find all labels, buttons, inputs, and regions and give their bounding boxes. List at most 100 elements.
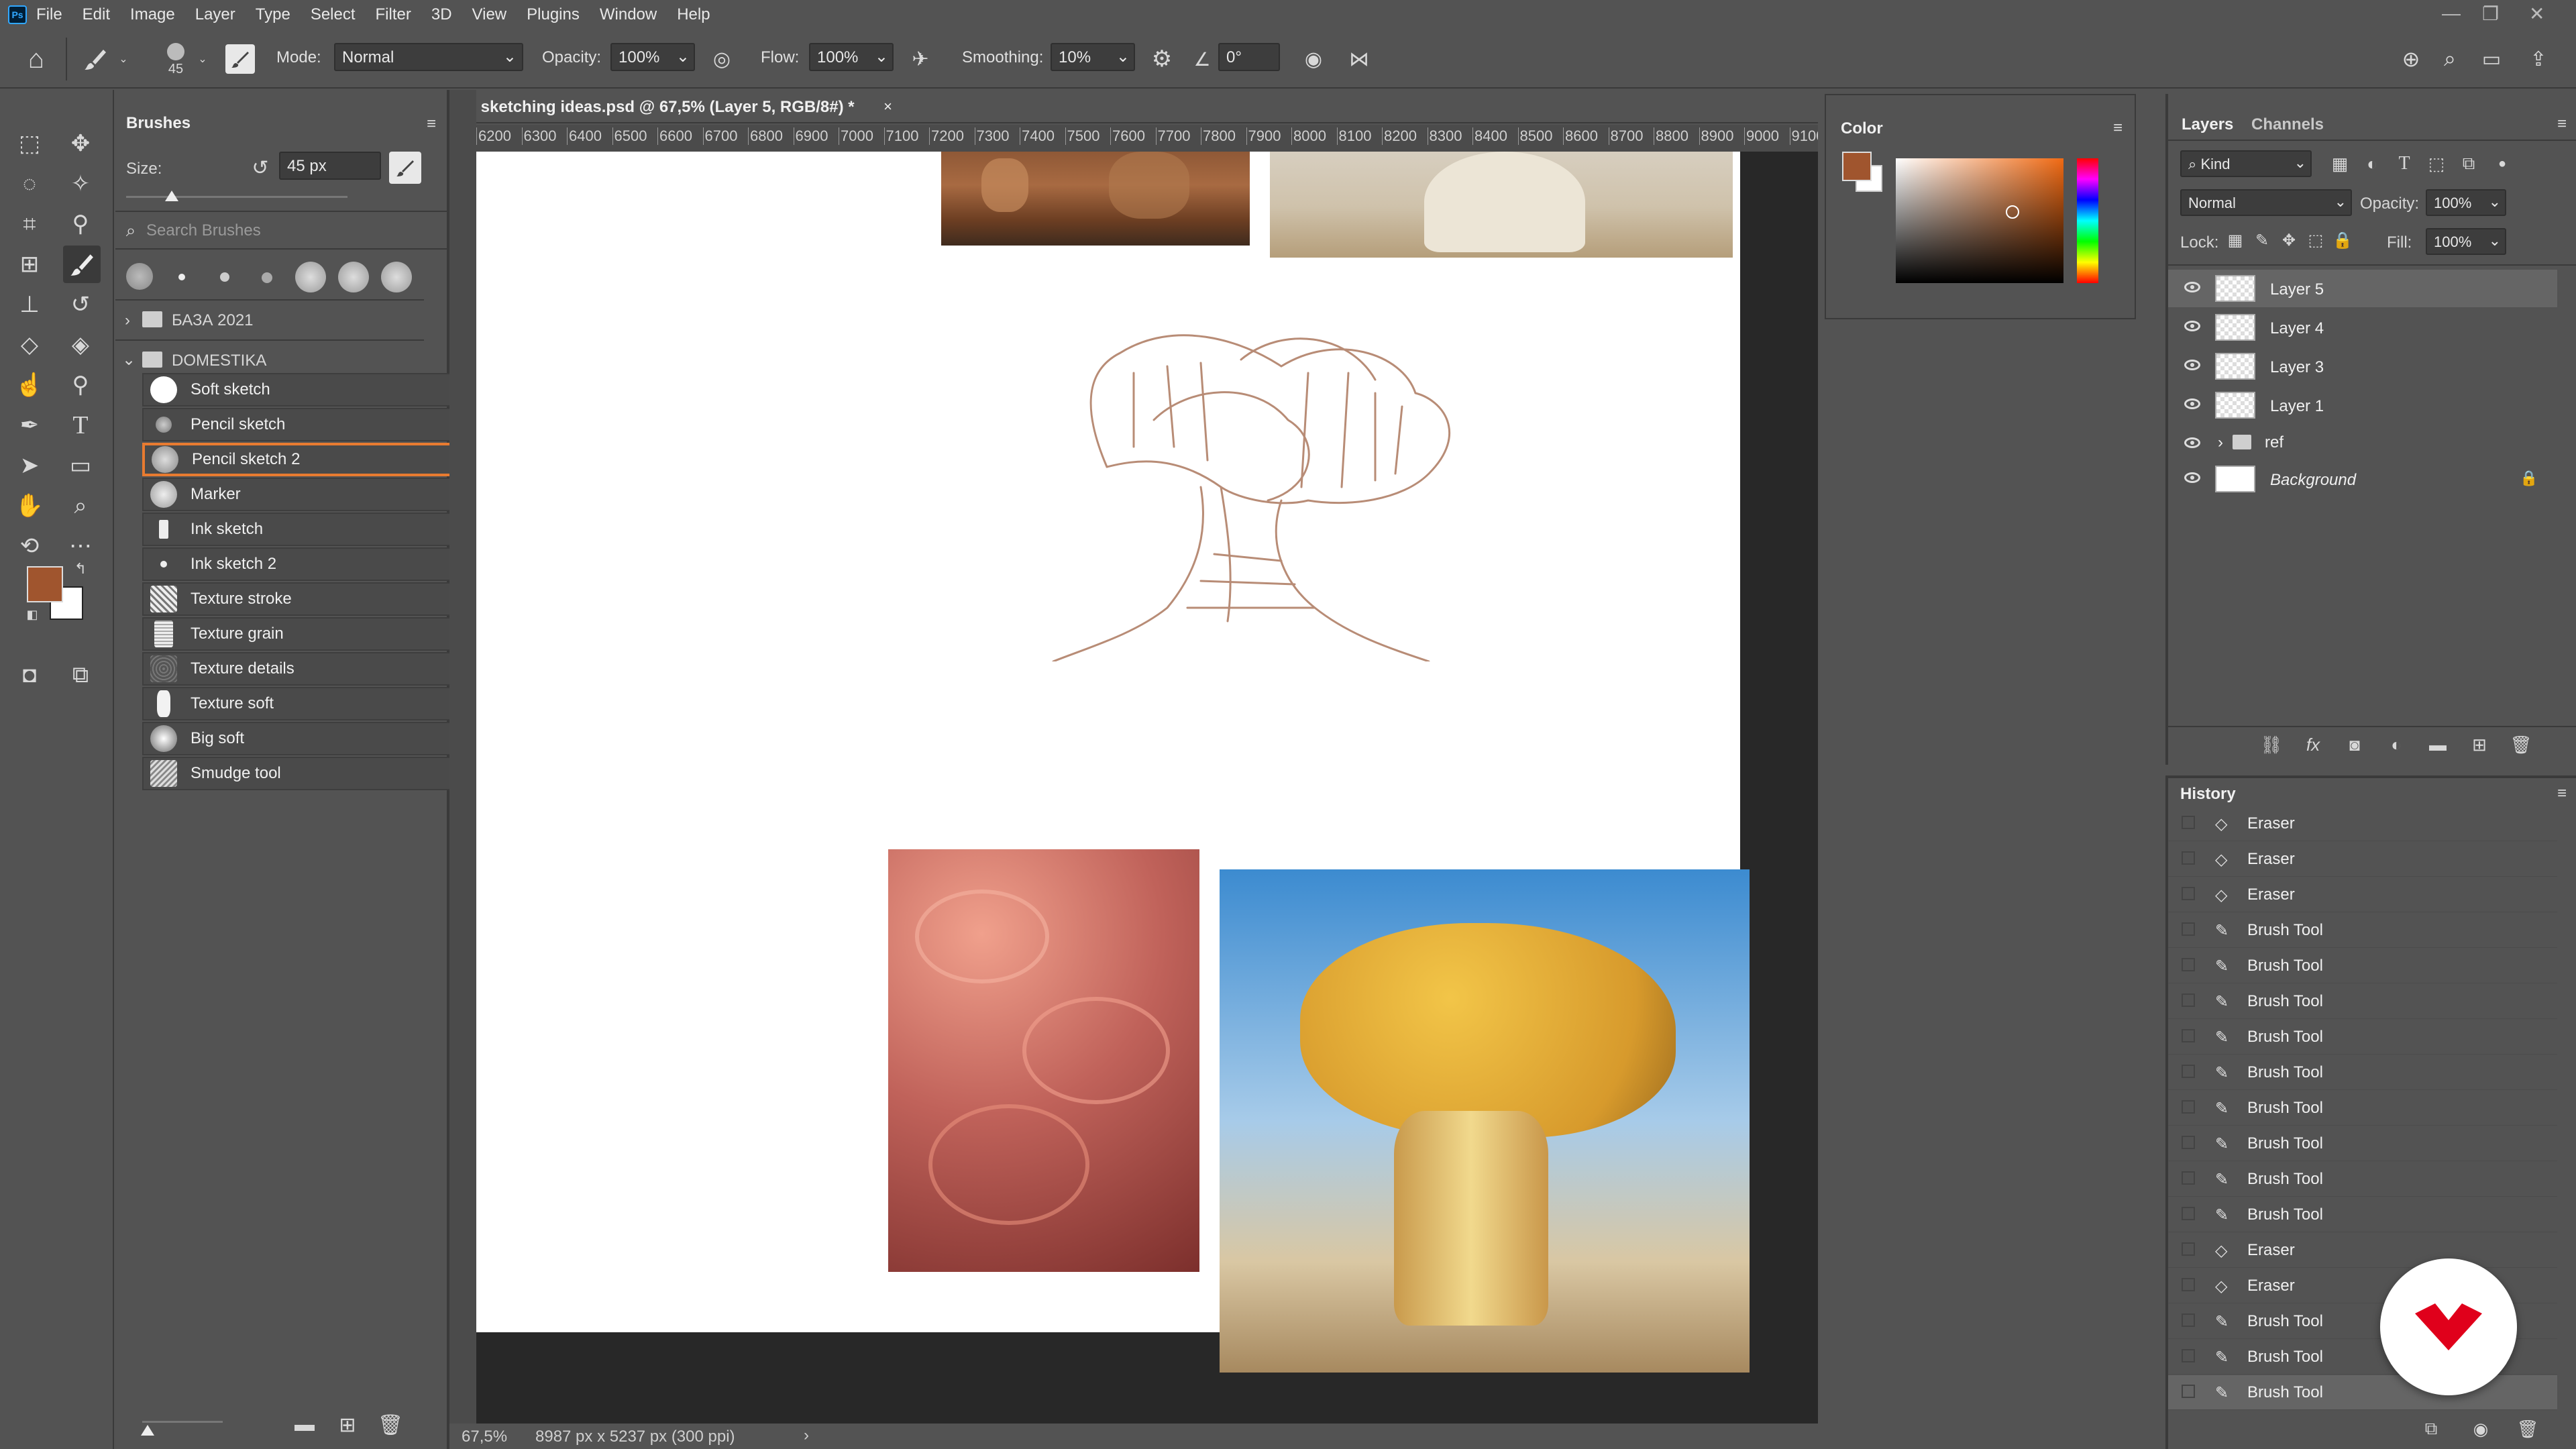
brush-item[interactable]: Texture grain bbox=[142, 617, 478, 651]
pressure-size-icon[interactable]: ◉ bbox=[1299, 44, 1328, 74]
reset-icon[interactable]: ↺ bbox=[247, 154, 274, 181]
history-snapshot-checkbox[interactable] bbox=[2182, 887, 2195, 900]
history-snapshot-checkbox[interactable] bbox=[2182, 1349, 2195, 1362]
size-input[interactable]: 45 px bbox=[279, 152, 381, 180]
adjustment-layer-icon[interactable]: ◐ bbox=[2383, 731, 2410, 758]
path-selection-tool-icon[interactable]: ➤ bbox=[13, 449, 46, 482]
visibility-eye-icon[interactable] bbox=[2184, 398, 2200, 409]
menu-image[interactable]: Image bbox=[130, 5, 175, 24]
filter-type-icon[interactable]: T bbox=[2392, 152, 2416, 176]
panel-menu-icon[interactable]: ≡ bbox=[2552, 114, 2572, 134]
menu-3d[interactable]: 3D bbox=[431, 5, 452, 24]
menu-plugins[interactable]: Plugins bbox=[527, 5, 580, 24]
hand-tool-icon[interactable]: ✋ bbox=[13, 490, 46, 522]
brush-item[interactable]: Smudge tool bbox=[142, 757, 478, 790]
artboard[interactable] bbox=[476, 152, 1750, 1373]
swap-colors-icon[interactable]: ↰ bbox=[72, 560, 89, 577]
tab-layers[interactable]: Layers bbox=[2182, 115, 2233, 134]
recent-brush-thumb[interactable] bbox=[381, 262, 412, 292]
marquee-tool-icon[interactable]: ⬚ bbox=[13, 127, 46, 160]
brush-item[interactable]: Ink sketch bbox=[142, 513, 478, 546]
layer-row[interactable]: Layer 1 bbox=[2168, 386, 2557, 424]
quick-mask-icon[interactable]: ◘ bbox=[13, 659, 46, 691]
new-layer-icon[interactable]: ⊞ bbox=[2466, 731, 2493, 758]
menu-file[interactable]: File bbox=[36, 5, 62, 24]
eraser-tool-icon[interactable]: ◇ bbox=[13, 329, 46, 361]
brush-group-baza[interactable]: › БАЗА 2021 bbox=[115, 302, 424, 339]
filter-image-icon[interactable]: ▦ bbox=[2328, 152, 2352, 176]
airbrush-icon[interactable]: ✈ bbox=[906, 44, 935, 74]
filter-adjustment-icon[interactable]: ◐ bbox=[2360, 152, 2384, 176]
visibility-eye-icon[interactable] bbox=[2184, 360, 2200, 370]
history-state[interactable]: ◇ Eraser bbox=[2168, 1233, 2557, 1268]
layer-opacity-input[interactable]: 100% ⌄ bbox=[2426, 189, 2506, 216]
menu-layer[interactable]: Layer bbox=[195, 5, 235, 24]
rectangle-tool-icon[interactable]: ▭ bbox=[64, 449, 97, 482]
lock-position-icon[interactable]: ✥ bbox=[2278, 229, 2300, 251]
canvas-area[interactable] bbox=[476, 152, 1818, 1426]
history-snapshot-checkbox[interactable] bbox=[2182, 1385, 2195, 1398]
chevron-down-icon[interactable]: ⌄ bbox=[196, 52, 209, 66]
layer-row[interactable]: Background 🔒 bbox=[2168, 460, 2557, 498]
visibility-eye-icon[interactable] bbox=[2184, 321, 2200, 331]
healing-tool-icon[interactable]: ⊞ bbox=[13, 248, 46, 280]
history-snapshot-checkbox[interactable] bbox=[2182, 1065, 2195, 1078]
fill-input[interactable]: 100% ⌄ bbox=[2426, 228, 2506, 255]
blend-mode-select[interactable]: Normal ⌄ bbox=[2180, 189, 2352, 216]
menu-edit[interactable]: Edit bbox=[83, 5, 110, 24]
history-snapshot-checkbox[interactable] bbox=[2182, 851, 2195, 865]
new-document-from-state-icon[interactable]: ⧉ bbox=[2418, 1415, 2445, 1442]
recent-brush-thumb[interactable] bbox=[220, 272, 229, 282]
minimize-icon[interactable]: — bbox=[2442, 3, 2461, 24]
opacity-input[interactable]: 100% ⌄ bbox=[610, 43, 695, 71]
visibility-eye-icon[interactable] bbox=[2184, 282, 2200, 292]
brush-item[interactable]: Texture details bbox=[142, 652, 478, 686]
menu-type[interactable]: Type bbox=[256, 5, 290, 24]
trash-icon[interactable]: 🗑 bbox=[377, 1411, 404, 1438]
brush-preset-icon[interactable] bbox=[79, 43, 111, 75]
filter-shape-icon[interactable]: ⬚ bbox=[2424, 152, 2449, 176]
home-icon[interactable]: ⌂ bbox=[20, 43, 52, 75]
history-state[interactable]: ✎ Brush Tool bbox=[2168, 1375, 2557, 1410]
workspace-icon[interactable]: ▭ bbox=[2475, 44, 2508, 74]
crop-tool-icon[interactable]: ⌗ bbox=[13, 208, 46, 240]
brush-tool-icon[interactable] bbox=[63, 246, 101, 283]
history-panel-title[interactable]: History bbox=[2180, 785, 2236, 804]
zoom-level[interactable]: 67,5% bbox=[462, 1428, 507, 1446]
history-snapshot-checkbox[interactable] bbox=[2182, 1207, 2195, 1220]
filter-smart-object-icon[interactable]: ⧉ bbox=[2457, 152, 2481, 176]
stamp-tool-icon[interactable]: ⊥ bbox=[13, 288, 46, 321]
filter-toggle-icon[interactable]: ● bbox=[2490, 152, 2514, 176]
flow-input[interactable]: 100% ⌄ bbox=[809, 43, 894, 71]
recent-brush-thumb[interactable] bbox=[178, 274, 185, 280]
panel-menu-icon[interactable]: ≡ bbox=[421, 114, 441, 134]
dodge-tool-icon[interactable]: ⚲ bbox=[64, 369, 97, 401]
chevron-right-icon[interactable]: › bbox=[804, 1426, 809, 1445]
smoothing-input[interactable]: 10% ⌄ bbox=[1051, 43, 1135, 71]
share-icon[interactable]: ⇪ bbox=[2522, 44, 2555, 74]
trash-icon[interactable]: 🗑 bbox=[2508, 731, 2534, 758]
recent-brush-thumb[interactable] bbox=[295, 262, 326, 292]
size-slider[interactable] bbox=[126, 196, 347, 198]
magic-wand-tool-icon[interactable]: ✧ bbox=[64, 168, 97, 200]
learn-icon[interactable]: ⊕ bbox=[2395, 44, 2427, 74]
brush-item[interactable]: Texture soft bbox=[142, 687, 478, 720]
panel-menu-icon[interactable]: ≡ bbox=[2552, 784, 2572, 804]
brush-item[interactable]: Big soft bbox=[142, 722, 478, 755]
history-snapshot-checkbox[interactable] bbox=[2182, 1278, 2195, 1291]
history-snapshot-checkbox[interactable] bbox=[2182, 922, 2195, 936]
lock-artboard-icon[interactable]: ⬚ bbox=[2305, 229, 2326, 251]
history-snapshot-checkbox[interactable] bbox=[2182, 1100, 2195, 1114]
brush-item[interactable]: Marker bbox=[142, 478, 478, 511]
chevron-right-icon[interactable]: › bbox=[2218, 433, 2223, 452]
new-brush-plus-icon[interactable]: ⊞ bbox=[334, 1411, 361, 1438]
new-group-icon[interactable]: ▬ bbox=[2424, 731, 2451, 758]
history-state[interactable]: ✎ Brush Tool bbox=[2168, 1126, 2557, 1161]
color-field[interactable] bbox=[1896, 158, 2063, 283]
menu-filter[interactable]: Filter bbox=[376, 5, 411, 24]
lasso-tool-icon[interactable]: ◌ bbox=[13, 168, 46, 200]
visibility-eye-icon[interactable] bbox=[2184, 472, 2200, 483]
history-snapshot-checkbox[interactable] bbox=[2182, 1313, 2195, 1327]
history-state[interactable]: ✎ Brush Tool bbox=[2168, 1091, 2557, 1126]
history-snapshot-checkbox[interactable] bbox=[2182, 958, 2195, 971]
